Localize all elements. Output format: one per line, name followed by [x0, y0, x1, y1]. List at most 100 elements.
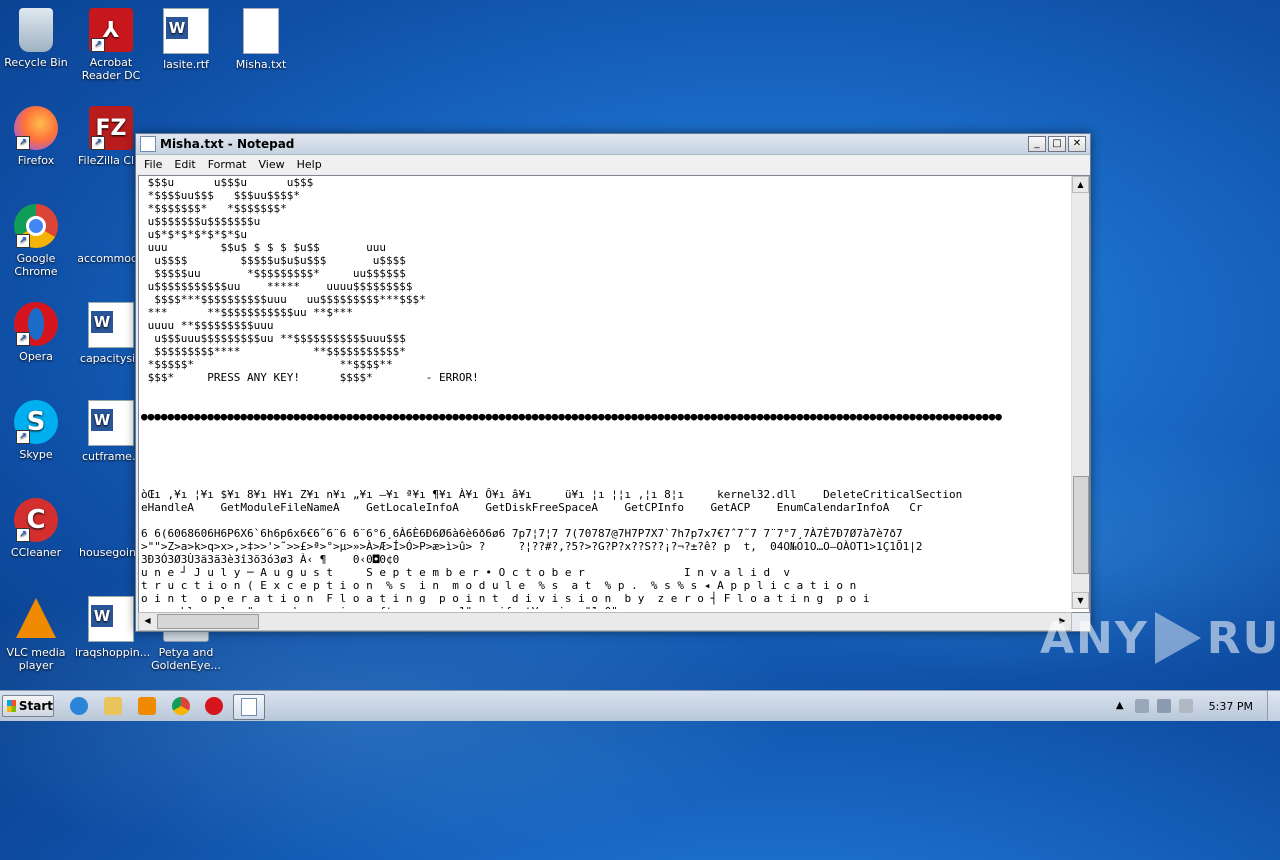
- desktop-icon-label: iraqshoppin...: [75, 646, 151, 659]
- menu-format[interactable]: Format: [202, 158, 253, 171]
- skype-icon: S ↗: [14, 400, 58, 444]
- word-doc-icon: W: [163, 8, 209, 54]
- scroll-down-arrow-icon[interactable]: ▼: [1072, 592, 1089, 609]
- anyrun-watermark: ANY RUN: [1040, 612, 1280, 664]
- volume-icon[interactable]: [1134, 699, 1149, 713]
- watermark-right-text: RUN: [1206, 612, 1280, 664]
- clock[interactable]: 5:37 PM: [1209, 700, 1253, 713]
- opera-taskbar-icon[interactable]: [205, 697, 223, 715]
- scroll-thumb-horizontal[interactable]: [157, 614, 259, 629]
- desktop-icon-label: Petya and GoldenEye...: [151, 646, 221, 672]
- desktop-icon-acrobat[interactable]: ⅄ ↗ Acrobat Reader DC: [75, 8, 147, 82]
- close-button[interactable]: ✕: [1068, 136, 1086, 152]
- system-tray: ▲ 5:37 PM: [1109, 691, 1280, 721]
- editor-line: uuu $$u$ $ $ $ $u$$ uuu: [141, 241, 387, 254]
- desktop-icon-chrome[interactable]: ↗ Google Chrome: [0, 204, 72, 278]
- show-hidden-icons-icon[interactable]: ▲: [1113, 699, 1127, 713]
- editor-line: $$$$$uu *$$$$$$$$$* uu$$$$$$: [141, 267, 406, 280]
- firefox-icon: ↗: [14, 106, 58, 150]
- desktop-icon-label: CCleaner: [10, 546, 62, 559]
- editor-line: $$$* PRESS ANY KEY! $$$$* - ERROR!: [141, 371, 479, 384]
- taskbar: Start ▲ 5:37 PM: [0, 690, 1280, 721]
- desktop-icon-label: Firefox: [17, 154, 55, 167]
- maximize-button[interactable]: □: [1048, 136, 1066, 152]
- editor-content[interactable]: $$$u u$$$u u$$$ *$$$$uu$$$ $$$uu$$$$* *$…: [141, 176, 1069, 609]
- editor-line: o i n t o p e r a t i o n F l o a t i n …: [141, 592, 870, 605]
- text-file-icon: [243, 8, 279, 54]
- editor-line: uuuu **$$$$$$$$$uuu: [141, 319, 274, 332]
- editor-line: *$$$$$$$* *$$$$$$$*: [141, 202, 287, 215]
- notepad-icon: [140, 136, 156, 152]
- scroll-left-arrow-icon[interactable]: ◀: [139, 613, 156, 628]
- file-icon: [89, 204, 133, 248]
- desktop-icon-label: lasite.rtf: [163, 58, 209, 71]
- editor-line: $$$u u$$$u u$$$: [141, 176, 314, 189]
- watermark-left-text: ANY: [1040, 612, 1149, 664]
- editor-line: t r u c t i o n ( E x c e p t i o n % s …: [141, 579, 857, 592]
- scroll-up-arrow-icon[interactable]: ▲: [1072, 176, 1089, 193]
- desktop-icon-opera[interactable]: ↗ Opera: [0, 302, 72, 363]
- vlc-icon: [14, 598, 58, 642]
- desktop-icon-label: Misha.txt: [235, 58, 287, 71]
- notepad-icon: [241, 698, 257, 716]
- vertical-scrollbar[interactable]: ▲ ▼: [1071, 176, 1089, 609]
- notepad-window[interactable]: Misha.txt - Notepad _ □ ✕ File Edit Form…: [135, 133, 1091, 632]
- editor-line: >"">Z>a>k>q>x>‚>‡>>'>˜>>£>ª>°>µ>»>À>Æ>Í>…: [141, 540, 923, 553]
- menu-file[interactable]: File: [138, 158, 168, 171]
- editor-line: <assembly xmlns="urn:schemas-microsoft-c…: [141, 605, 1069, 609]
- network-icon[interactable]: [1156, 699, 1171, 713]
- editor-line: $$$$$$$$$**** **$$$$$$$$$$$*: [141, 345, 406, 358]
- desktop-icon-vlc[interactable]: VLC media player: [0, 596, 72, 672]
- desktop-icon-skype[interactable]: S ↗ Skype: [0, 400, 72, 461]
- desktop-icon-label: Google Chrome: [14, 252, 58, 278]
- editor-line: u$$$$ $$$$$u$u$u$$$ u$$$$: [141, 254, 406, 267]
- play-icon: [1154, 612, 1201, 664]
- editor-line: *$$$$uu$$$ $$$uu$$$$*: [141, 189, 300, 202]
- opera-icon: ↗: [14, 302, 58, 346]
- horizontal-scrollbar[interactable]: ◀ ▶: [138, 612, 1072, 631]
- desktop-icon-misha[interactable]: Misha.txt: [225, 8, 297, 71]
- desktop-icon-label: Opera: [19, 350, 53, 363]
- start-label: Start: [18, 699, 53, 713]
- ie-icon[interactable]: [70, 697, 88, 715]
- desktop-icon-recycle-bin[interactable]: Recycle Bin: [0, 8, 72, 69]
- desktop-icon-firefox[interactable]: ↗ Firefox: [0, 106, 72, 167]
- menu-view[interactable]: View: [253, 158, 291, 171]
- editor-line: 6 6(6068606H6P6X6`6h6p6x6€6˜6¨6 6¨6°6¸6À…: [141, 527, 903, 540]
- word-doc-icon: W: [88, 400, 134, 446]
- recycle-bin-icon: [19, 8, 53, 52]
- editor-line: ●●●●●●●●●●●●●●●●●●●●●●●●●●●●●●●●●●●●●●●●…: [141, 410, 1002, 423]
- ccleaner-icon: C ↗: [14, 498, 58, 542]
- desktop-icon-label: Acrobat Reader DC: [81, 56, 141, 82]
- editor-line: *** **$$$$$$$$$$$uu **$***: [141, 306, 353, 319]
- notepad-taskbar-button[interactable]: [233, 694, 265, 720]
- media-player-icon[interactable]: [138, 697, 156, 715]
- editor-line: u$$$uuu$$$$$$$$$uu **$$$$$$$$$$$uuu$$$: [141, 332, 406, 345]
- word-doc-icon: W: [88, 596, 134, 642]
- menu-edit[interactable]: Edit: [168, 158, 201, 171]
- acrobat-icon: ⅄ ↗: [89, 8, 133, 52]
- text-editor[interactable]: $$$u u$$$u u$$$ *$$$$uu$$$ $$$uu$$$$* *$…: [138, 175, 1090, 613]
- windows-logo-icon: [7, 700, 16, 712]
- minimize-button[interactable]: _: [1028, 136, 1046, 152]
- file-icon: [89, 498, 133, 542]
- scroll-thumb[interactable]: [1073, 476, 1089, 574]
- window-title: Misha.txt - Notepad: [160, 137, 295, 151]
- chrome-icon: ↗: [14, 204, 58, 248]
- start-button[interactable]: Start: [2, 695, 54, 717]
- desktop-icon-ccleaner[interactable]: C ↗ CCleaner: [0, 498, 72, 559]
- show-desktop-button[interactable]: [1267, 691, 1280, 721]
- editor-line: $$$$***$$$$$$$$$$uuu uu$$$$$$$$$***$$$*: [141, 293, 426, 306]
- chrome-taskbar-icon[interactable]: [172, 697, 190, 715]
- action-center-icon[interactable]: [1178, 699, 1193, 713]
- explorer-icon[interactable]: [104, 697, 122, 715]
- title-bar[interactable]: Misha.txt - Notepad _ □ ✕: [136, 134, 1090, 155]
- desktop-icon-lasite[interactable]: W lasite.rtf: [150, 8, 222, 71]
- menu-help[interactable]: Help: [291, 158, 328, 171]
